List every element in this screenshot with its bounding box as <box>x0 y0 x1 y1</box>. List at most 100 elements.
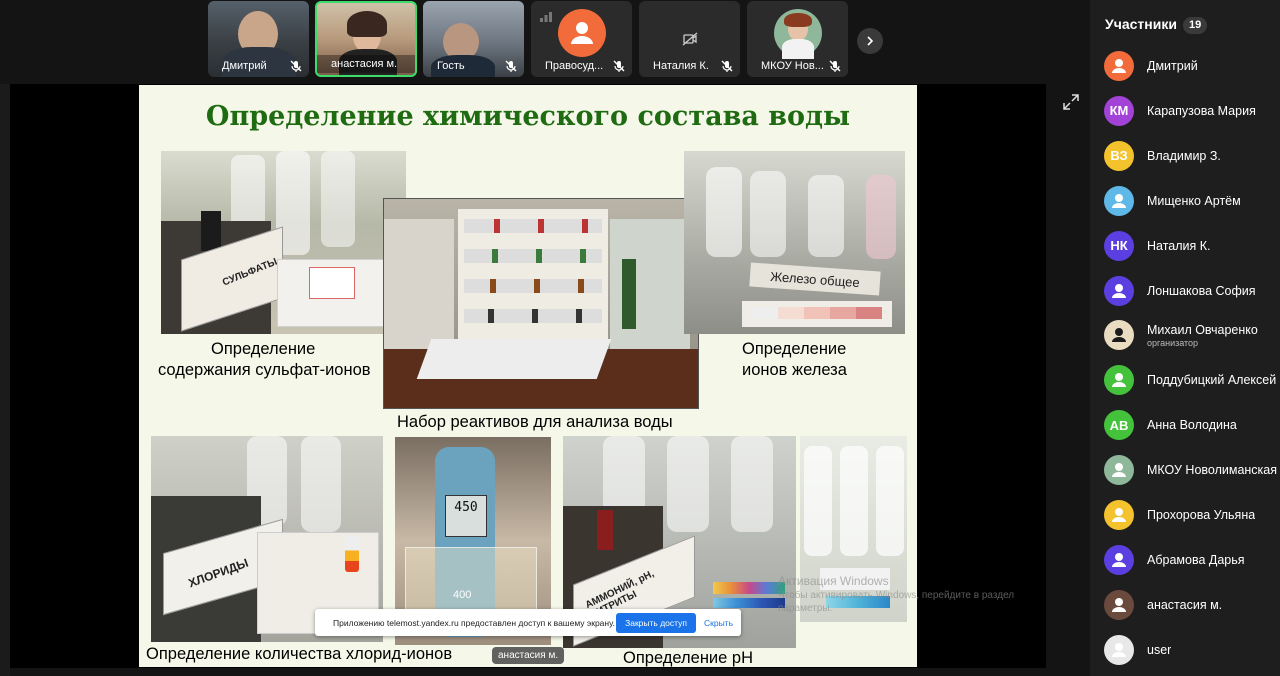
participant-text: Поддубицкий Алексей <box>1147 373 1276 387</box>
watermark-line3: параметры. <box>778 603 833 614</box>
participant-name: Михаил Овчаренко <box>1147 322 1258 337</box>
participant-list-item[interactable]: Лоншакова София <box>1104 271 1280 311</box>
avatar-initials: КМ <box>1109 103 1129 119</box>
avatar <box>1104 51 1134 81</box>
participant-list-item[interactable]: МКОУ Новолиманская СОШ <box>1104 450 1280 490</box>
user-icon <box>1112 597 1126 612</box>
participant-list-item[interactable]: НК Наталия К. <box>1104 226 1280 266</box>
user-icon <box>1112 283 1126 298</box>
avatar <box>1104 500 1134 530</box>
participant-list-item[interactable]: Поддубицкий Алексей <box>1104 360 1280 400</box>
avatar-photo <box>773 9 822 59</box>
participant-list-item[interactable]: user <box>1104 630 1280 670</box>
participant-name: анастасия м. <box>1147 597 1223 612</box>
participant-name: МКОУ Новолиманская СОШ <box>1147 463 1280 478</box>
participants-title: Участники <box>1105 16 1177 32</box>
avatar <box>1104 455 1134 486</box>
participant-text: анастасия м. <box>1147 598 1222 612</box>
avatar <box>1104 544 1134 575</box>
participant-list-item[interactable]: Прохорова Ульяна <box>1104 495 1280 535</box>
avatar: КМ <box>1104 95 1134 126</box>
participant-tile-active-speaker[interactable]: анастасия м. <box>315 1 417 77</box>
caption-sulfate-line1: Определение <box>211 340 316 358</box>
participant-text: Лоншакова София <box>1147 284 1256 298</box>
stop-sharing-button[interactable]: Закрыть доступ <box>616 612 696 633</box>
participant-name: Мищенко Артём <box>1147 193 1241 208</box>
user-icon <box>1112 193 1126 208</box>
hide-notice-button[interactable]: Скрыть <box>704 618 733 628</box>
participant-tile[interactable]: Гость <box>423 1 524 77</box>
participant-list-item[interactable]: КМ Карапузова Мария <box>1104 91 1280 131</box>
participants-header: Участники 19 <box>1105 16 1208 34</box>
user-icon <box>1112 642 1126 657</box>
user-icon <box>1112 552 1126 567</box>
participant-tile[interactable]: Правосуд... <box>531 1 632 77</box>
video-feed-hair <box>347 11 387 37</box>
participant-text: user <box>1147 643 1171 657</box>
participant-list-item[interactable]: Михаил Овчаренко организатор <box>1104 315 1280 355</box>
caption-iron-line1: Определение <box>742 340 847 358</box>
participant-name: Дмитрий <box>1147 59 1198 73</box>
screen-share-notice: Приложению telemost.yandex.ru предоставл… <box>315 609 741 636</box>
user-icon <box>1112 508 1126 522</box>
user-icon <box>570 22 593 44</box>
participant-text: Михаил Овчаренко организатор <box>1147 323 1258 348</box>
next-tiles-button[interactable] <box>857 28 883 54</box>
avatar-initials: ВЗ <box>1110 148 1128 164</box>
caption-kit: Набор реактивов для анализа воды <box>397 413 673 431</box>
participant-name: Наталия К. <box>1147 238 1211 253</box>
participant-name: user <box>1147 642 1172 657</box>
participant-list-item[interactable]: Дмитрий <box>1104 46 1280 86</box>
mic-off-icon <box>721 60 733 72</box>
participant-text: Наталия К. <box>1147 239 1211 253</box>
slide-title: Определение химического состава воды <box>205 101 851 132</box>
avatar-initials: АВ <box>1109 417 1129 433</box>
fullscreen-icon[interactable] <box>1061 92 1081 112</box>
tile-name-label: анастасия м. <box>317 55 415 73</box>
mic-off-icon <box>505 60 517 72</box>
participant-name: Лоншакова София <box>1147 283 1256 298</box>
participant-name: Карапузова Мария <box>1147 103 1256 118</box>
participant-list-item[interactable]: Мищенко Артём <box>1104 181 1280 221</box>
left-edge <box>0 84 10 676</box>
photo-iron-test: Железо общее <box>684 151 905 334</box>
participant-list-item[interactable]: Абрамова Дарья <box>1104 540 1280 580</box>
chevron-right-icon <box>867 36 874 46</box>
watermark-line1: Активация Windows <box>778 574 889 588</box>
avatar: АВ <box>1104 410 1134 441</box>
avatar: ВЗ <box>1104 140 1134 171</box>
participant-name: Анна Володина <box>1147 418 1237 433</box>
participant-list-item[interactable]: АВ Анна Володина <box>1104 405 1280 445</box>
mic-off-icon <box>290 60 302 72</box>
screen-share-notice-text: Приложению telemost.yandex.ru предоставл… <box>333 617 615 628</box>
participant-tile[interactable]: Наталия К. <box>639 1 740 77</box>
camera-off-icon <box>682 32 698 46</box>
mic-off-icon <box>829 60 841 72</box>
speaker-name-tag: анастасия м. <box>492 647 565 664</box>
caption-sulfate-line2: содержания сульфат-ионов <box>158 361 371 379</box>
participant-list-item[interactable]: ВЗ Владимир З. <box>1104 136 1280 176</box>
participant-text: МКОУ Новолиманская СОШ <box>1147 463 1280 477</box>
participant-name: Прохорова Ульяна <box>1147 508 1256 522</box>
participants-count-badge: 19 <box>1182 17 1208 34</box>
ph-meter-display: 450 <box>445 495 487 537</box>
avatar: НК <box>1104 230 1134 261</box>
participant-tile[interactable]: МКОУ Нов... <box>747 1 848 77</box>
avatar-initials: НК <box>1110 238 1128 254</box>
avatar <box>1104 365 1134 396</box>
avatar <box>1104 185 1134 216</box>
iron-strip-label: Железо общее <box>749 262 881 296</box>
participant-name: Поддубицкий Алексей <box>1147 373 1277 388</box>
user-icon <box>1112 373 1126 388</box>
participant-tile[interactable]: Дмитрий <box>208 1 309 77</box>
participant-text: Дмитрий <box>1147 59 1198 73</box>
participant-tiles-strip: Дмитрий анастасия м. Гость Правосуд... Н… <box>0 0 1090 84</box>
user-icon <box>1112 328 1126 343</box>
avatar <box>1104 634 1134 665</box>
participant-text: Прохорова Ульяна <box>1147 508 1255 522</box>
participant-list-item[interactable]: анастасия м. <box>1104 585 1280 625</box>
avatar <box>1104 275 1134 306</box>
participant-name: Абрамова Дарья <box>1147 552 1245 567</box>
watermark-line2: Чтобы активировать Windows, перейдите в … <box>778 590 1015 601</box>
participant-text: Карапузова Мария <box>1147 104 1256 118</box>
